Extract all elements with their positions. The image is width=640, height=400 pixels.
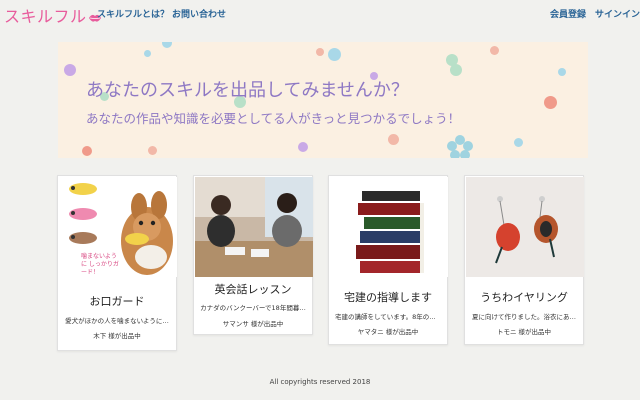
card-image-books[interactable] <box>330 177 448 277</box>
footer-copyright: All copyrights reserved 2018 <box>269 378 371 386</box>
card-description: カナダのバンクーバーで18年間暮… <box>200 304 306 312</box>
nav-register-link[interactable]: 会員登録 <box>550 7 586 20</box>
skill-card[interactable]: 宅建の指導します 宅建の講師をしています。8年の講… ヤマタニ 様が出品中 <box>328 175 448 345</box>
nav-signin-link[interactable]: サインイン <box>595 7 640 20</box>
card-description: 宅建の講師をしています。8年の講… <box>335 313 441 321</box>
card-image-earrings[interactable] <box>466 177 584 277</box>
flower-decoration <box>447 135 473 158</box>
card-title[interactable]: 宅建の指導します <box>329 289 447 305</box>
card-seller: トモニ 様が出品中 <box>496 328 552 336</box>
card-seller: サマンサ 様が出品中 <box>222 320 284 328</box>
card-title[interactable]: うちわイヤリング <box>465 289 583 305</box>
skill-card[interactable]: 英会話レッスン カナダのバンクーバーで18年間暮… サマンサ 様が出品中 <box>193 175 313 335</box>
nav-contact-link[interactable]: お問い合わせ <box>172 7 226 20</box>
card-title[interactable]: 英会話レッスン <box>194 281 312 297</box>
card-image-dog-muzzle[interactable]: 噛まないように しっかりガード！ <box>59 177 177 277</box>
card-image-caption: 噛まないように しっかりガード！ <box>81 253 119 276</box>
card-title[interactable]: お口ガード <box>58 293 176 309</box>
card-description: 夏に向けて作りました。浴衣にあ… <box>472 313 576 321</box>
hero-title: あなたのスキルを出品してみませんか？ <box>86 80 409 101</box>
brand-logo[interactable]: スキルフル <box>4 3 102 27</box>
card-image-english-lesson[interactable] <box>195 177 313 277</box>
skill-card[interactable]: うちわイヤリング 夏に向けて作りました。浴衣にあ… トモニ 様が出品中 <box>464 175 584 345</box>
card-seller: 木下 様が出品中 <box>93 332 141 340</box>
skill-card[interactable]: 噛まないように しっかりガード！ お口ガード 愛犬がほかの人を噛まないように… … <box>57 175 177 351</box>
brand-name: スキルフル <box>4 7 87 26</box>
hero-banner: あなたのスキルを出品してみませんか？ あなたの作品や知識を必要としてる人がきっと… <box>58 42 588 158</box>
card-description: 愛犬がほかの人を噛まないように… <box>65 317 169 325</box>
nav-about-link[interactable]: スキルフルとは？ <box>97 7 169 20</box>
card-seller: ヤマタニ 様が出品中 <box>357 328 419 336</box>
hero-subtitle: あなたの作品や知識を必要としてる人がきっと見つかるでしょう！ <box>86 111 461 126</box>
navbar: スキルフル スキルフルとは？ お問い合わせ 会員登録 サインイン <box>0 0 640 28</box>
